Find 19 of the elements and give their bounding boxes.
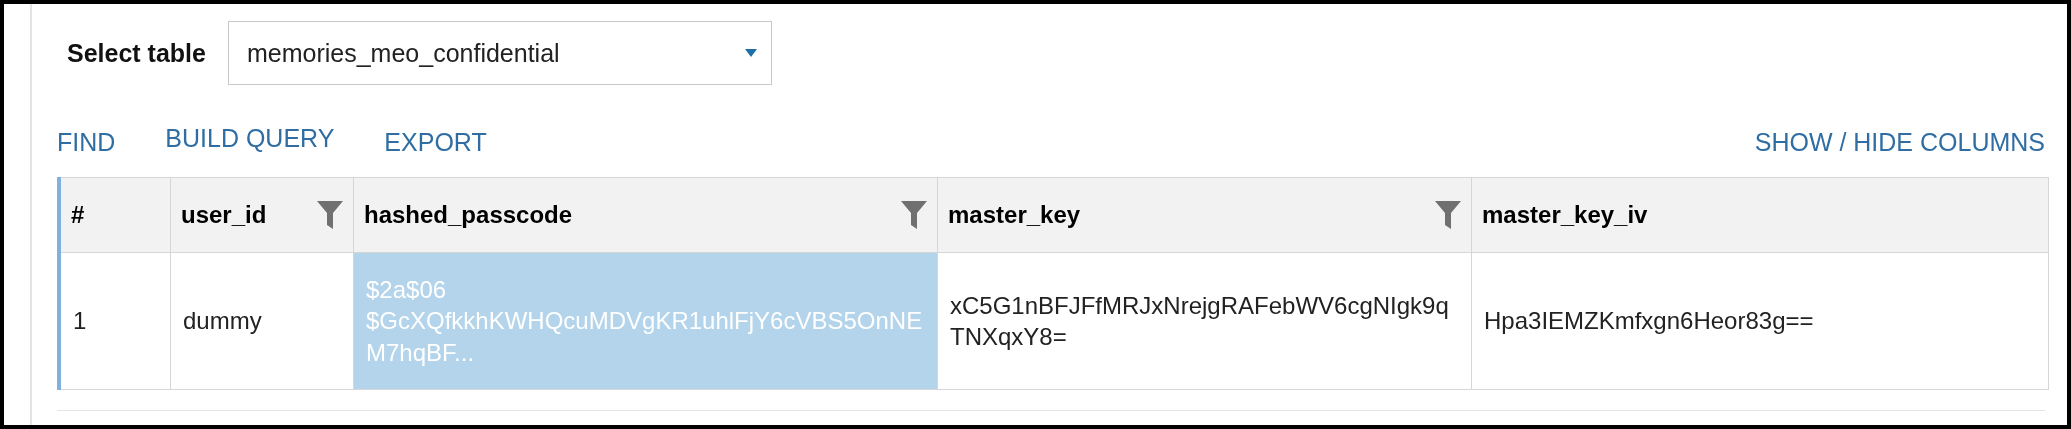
table-cell[interactable]: dummy xyxy=(170,252,354,390)
column-header[interactable]: hashed_passcode xyxy=(364,201,573,229)
column-header[interactable]: # xyxy=(71,201,85,229)
table-dropdown[interactable]: memories_meo_confidential xyxy=(227,21,772,85)
column-header[interactable]: master_key_iv xyxy=(1482,201,1648,229)
toolbar-link[interactable]: EXPORT xyxy=(384,128,487,157)
filter-icon[interactable] xyxy=(1435,201,1461,229)
select-table-label: Select table xyxy=(67,38,206,68)
column-header[interactable]: user_id xyxy=(181,201,267,229)
table-cell[interactable]: Hpa3IEMZKmfxgn6Heor83g== xyxy=(1471,252,2049,390)
table-cell[interactable]: xC5G1nBFJFfMRJxNrejgRAFebWV6cgNIgk9qTNXqxY8= xyxy=(937,252,1472,390)
column-header[interactable]: master_key xyxy=(948,201,1081,229)
toolbar-link[interactable]: BUILD QUERY xyxy=(165,124,335,153)
show-hide-columns-link[interactable]: SHOW / HIDE COLUMNS xyxy=(1754,128,2045,157)
table-cell[interactable]: 1 xyxy=(59,252,171,390)
caret-icon xyxy=(744,49,757,57)
filter-icon[interactable] xyxy=(317,201,343,229)
filter-icon[interactable] xyxy=(901,201,927,229)
toolbar-link[interactable]: FIND xyxy=(57,128,116,157)
